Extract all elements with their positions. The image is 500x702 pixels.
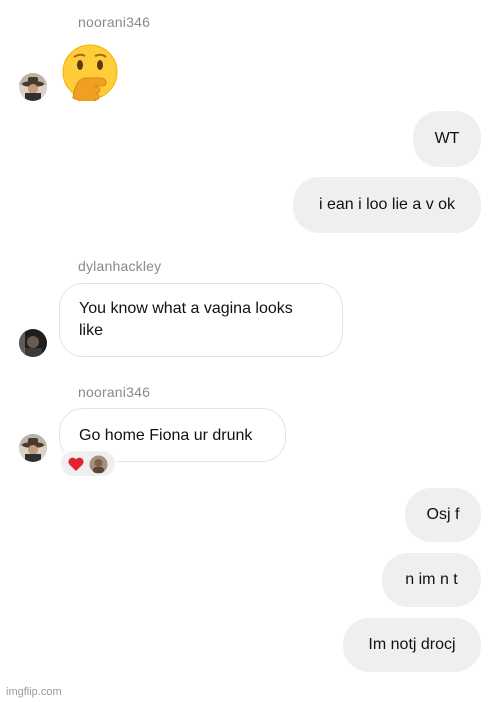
message-text: i ean i loo lie a v ok bbox=[318, 196, 456, 213]
sender-name[interactable]: dylanhackley bbox=[78, 258, 161, 274]
outgoing-message[interactable]: n im n t bbox=[382, 553, 481, 607]
reactor-avatar-icon bbox=[89, 455, 108, 474]
message-text: Go home Fiona ur drunk bbox=[79, 427, 253, 444]
sender-name[interactable]: noorani346 bbox=[78, 384, 150, 400]
message-text: Osj f bbox=[426, 506, 460, 523]
incoming-message[interactable]: You know what a vagina looks like bbox=[59, 283, 343, 357]
message-text: n im n t bbox=[405, 571, 458, 588]
outgoing-message[interactable]: Osj f bbox=[405, 488, 481, 542]
message-text-line: like bbox=[79, 322, 104, 339]
outgoing-message[interactable]: WT bbox=[413, 111, 481, 167]
message-text: WT bbox=[434, 130, 460, 147]
avatar-dark-icon bbox=[19, 329, 47, 357]
avatar-cowboy-icon bbox=[19, 434, 47, 462]
face-with-hand-over-mouth-emoji bbox=[62, 44, 118, 101]
sender-avatar[interactable] bbox=[19, 434, 47, 462]
outgoing-message[interactable]: Im notj drocj bbox=[343, 618, 481, 672]
outgoing-message[interactable]: i ean i loo lie a v ok bbox=[293, 177, 481, 233]
sender-avatar[interactable] bbox=[19, 73, 47, 101]
sender-name[interactable]: noorani346 bbox=[78, 14, 150, 30]
red-heart-icon bbox=[68, 457, 84, 471]
imgflip-watermark: imgflip.com bbox=[6, 686, 62, 698]
message-text: Im notj drocj bbox=[368, 636, 456, 653]
sender-avatar[interactable] bbox=[19, 329, 47, 357]
message-text-line: You know what a vagina looks bbox=[79, 300, 293, 317]
avatar-cowboy-icon bbox=[19, 73, 47, 101]
message-reactions[interactable] bbox=[59, 449, 117, 478]
